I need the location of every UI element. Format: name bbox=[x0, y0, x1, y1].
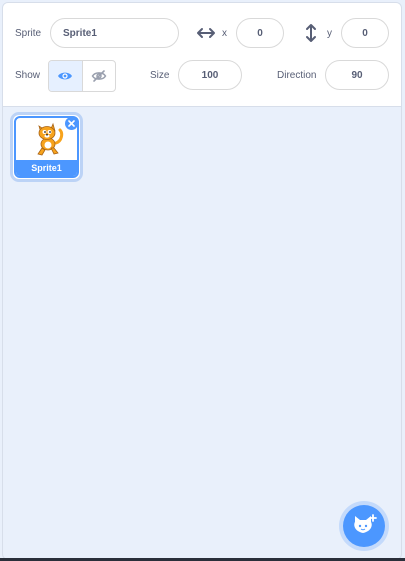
size-label: Size bbox=[150, 70, 170, 81]
add-sprite-button[interactable] bbox=[339, 501, 389, 551]
sprite-tile[interactable]: Sprite1 bbox=[10, 112, 83, 182]
sprite-pane: Sprite x y Show bbox=[2, 2, 402, 560]
x-label: x bbox=[222, 28, 227, 39]
show-sprite-button[interactable] bbox=[49, 61, 82, 91]
add-sprite-button-face bbox=[343, 505, 385, 547]
sprite-thumbnail-name: Sprite1 bbox=[16, 160, 77, 176]
close-icon bbox=[68, 120, 75, 127]
y-input[interactable] bbox=[341, 18, 389, 48]
show-label: Show bbox=[15, 70, 41, 81]
vertical-arrows-icon bbox=[306, 24, 316, 42]
direction-input[interactable] bbox=[325, 60, 389, 90]
size-input[interactable] bbox=[178, 60, 242, 90]
sprite-name-input[interactable] bbox=[50, 18, 179, 48]
y-label: y bbox=[327, 28, 332, 39]
sprite-info-panel: Sprite x y Show bbox=[3, 3, 401, 107]
cat-plus-icon bbox=[354, 514, 377, 533]
sprite-label: Sprite bbox=[15, 28, 42, 39]
direction-label: Direction bbox=[277, 70, 317, 81]
horizontal-arrows-icon bbox=[197, 28, 215, 38]
visibility-toggle bbox=[48, 60, 116, 92]
cat-costume-icon bbox=[37, 122, 64, 156]
delete-sprite-button[interactable] bbox=[65, 117, 78, 130]
x-input[interactable] bbox=[236, 18, 284, 48]
hide-sprite-button[interactable] bbox=[81, 61, 116, 91]
eye-icon bbox=[58, 72, 73, 80]
eye-hidden-icon bbox=[91, 70, 107, 82]
